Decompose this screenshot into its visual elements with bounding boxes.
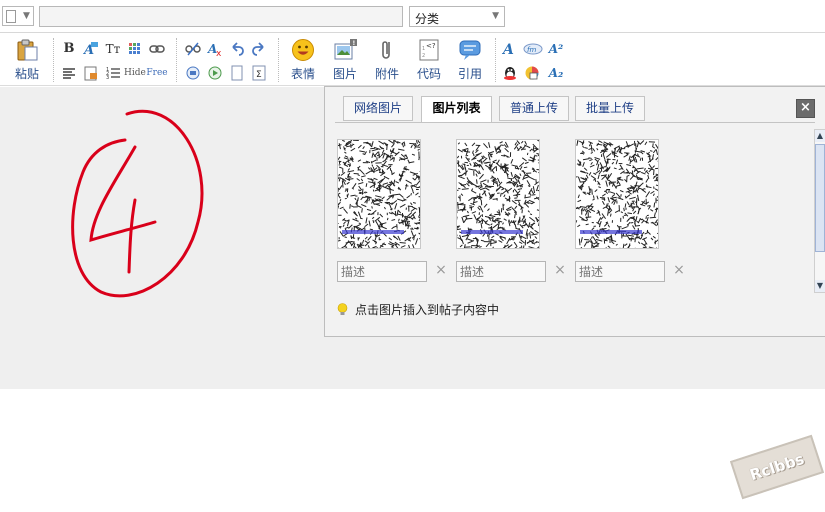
page-blank-area — [0, 389, 825, 512]
tab-normal-upload[interactable]: 普通上传 — [499, 96, 569, 121]
flash-icon[interactable] — [206, 64, 224, 82]
code-button[interactable]: <? 1 2 代码 — [409, 38, 449, 82]
insert-media-icon[interactable] — [184, 64, 202, 82]
panel-scrollbar[interactable]: ▲ ▼ — [814, 129, 825, 293]
quote-button[interactable]: 引用 — [450, 38, 490, 82]
svg-text:2: 2 — [422, 53, 425, 59]
bold-icon[interactable]: B — [60, 40, 78, 58]
title-input[interactable] — [39, 6, 403, 27]
font-style-icon[interactable]: A — [501, 40, 519, 58]
toolbar-divider — [278, 38, 279, 82]
handwritten-circled-four — [71, 109, 204, 298]
image-icon: ! — [334, 39, 357, 60]
table-icon[interactable] — [126, 40, 144, 58]
svg-text:Σ: Σ — [256, 70, 262, 80]
image-description-input[interactable] — [456, 261, 546, 282]
hide-button[interactable]: Hide — [124, 64, 146, 82]
svg-text:<?: <? — [426, 42, 436, 50]
image-label: 图片 — [332, 67, 357, 81]
tab-image-list[interactable]: 图片列表 — [421, 96, 492, 123]
lightbulb-icon — [337, 303, 348, 315]
svg-text:3: 3 — [106, 75, 109, 81]
delete-image-icon[interactable]: × — [553, 262, 567, 278]
captcha-image — [338, 140, 420, 248]
formula-icon[interactable]: Σ — [250, 64, 268, 82]
paperclip-icon — [382, 41, 390, 59]
image-insert-panel: 网络图片 图片列表 普通上传 批量上传 × × × × 点击图片插入到帖子内容中… — [324, 86, 825, 337]
align-left-icon[interactable] — [60, 64, 78, 82]
editor-toolbar: 粘贴 B A Tт 123 Hide Free Ax Σ 表情 ! 图片 附件 … — [0, 34, 825, 86]
toolbar-divider — [495, 38, 496, 82]
scroll-down-icon[interactable]: ▼ — [815, 280, 825, 292]
clear-format-icon[interactable]: Ax — [206, 40, 224, 59]
paste-icon — [17, 39, 38, 61]
link-icon[interactable] — [148, 40, 166, 58]
code-label: 代码 — [416, 67, 441, 81]
paste-label: 粘贴 — [14, 67, 39, 81]
image-button[interactable]: ! 图片 — [325, 38, 365, 82]
doc-type-select[interactable]: ▼ — [2, 6, 34, 26]
svg-text:!: ! — [353, 40, 356, 47]
scrollbar-thumb[interactable] — [815, 144, 825, 252]
tab-batch-upload[interactable]: 批量上传 — [575, 96, 645, 121]
top-bar: ▼ 分类 ▼ — [0, 0, 825, 33]
subscript-icon[interactable]: A₂ — [547, 64, 565, 82]
font-color-icon[interactable]: A — [82, 40, 100, 58]
toolbar-divider — [53, 38, 54, 82]
svg-text:fm: fm — [527, 46, 536, 54]
image-description-input[interactable] — [575, 261, 665, 282]
tab-divider — [335, 122, 815, 123]
scroll-up-icon[interactable]: ▲ — [815, 130, 825, 142]
category-value: 分类 — [415, 12, 440, 26]
list-icon[interactable]: 123 — [104, 64, 122, 82]
emoticon-button[interactable]: 表情 — [283, 38, 323, 82]
color-wheel-icon[interactable] — [523, 64, 541, 82]
attachment-label: 附件 — [374, 67, 399, 81]
page-icon[interactable] — [228, 64, 246, 82]
insert-hint-text: 点击图片插入到帖子内容中 — [355, 303, 500, 317]
svg-text:1: 1 — [422, 46, 425, 52]
font-family-icon[interactable]: fm — [523, 40, 543, 58]
toolbar-divider — [176, 38, 177, 82]
category-select[interactable]: 分类 ▼ — [409, 6, 505, 27]
image-thumbnail[interactable] — [337, 139, 421, 249]
tab-web-image[interactable]: 网络图片 — [343, 96, 413, 121]
chevron-down-icon: ▼ — [23, 11, 30, 21]
captcha-image — [576, 140, 658, 248]
document-icon — [6, 10, 16, 23]
image-description-input[interactable] — [337, 261, 427, 282]
chevron-down-icon: ▼ — [492, 11, 499, 21]
image-thumbnail[interactable] — [456, 139, 540, 249]
svg-text:x: x — [216, 49, 222, 58]
redo-icon[interactable] — [250, 40, 268, 58]
qq-icon[interactable] — [501, 64, 519, 82]
free-button[interactable]: Free — [146, 64, 168, 82]
svg-text:A: A — [501, 42, 514, 58]
quote-icon — [459, 40, 481, 60]
delete-image-icon[interactable]: × — [434, 262, 448, 278]
unlink-icon[interactable] — [184, 40, 202, 58]
smiley-icon — [292, 39, 314, 61]
emoticon-label: 表情 — [290, 67, 315, 81]
code-icon: <? 1 2 — [419, 39, 439, 61]
attachment-button[interactable]: 附件 — [367, 38, 407, 82]
format-icon[interactable] — [82, 64, 100, 82]
superscript-icon[interactable]: A² — [547, 40, 565, 58]
quote-label: 引用 — [457, 67, 482, 81]
paste-button[interactable]: 粘贴 — [7, 38, 47, 82]
undo-icon[interactable] — [228, 40, 246, 58]
image-thumbnail[interactable] — [575, 139, 659, 249]
close-icon[interactable]: × — [796, 99, 815, 118]
delete-image-icon[interactable]: × — [672, 262, 686, 278]
font-size-icon[interactable]: Tт — [104, 40, 122, 58]
captcha-image — [457, 140, 539, 248]
